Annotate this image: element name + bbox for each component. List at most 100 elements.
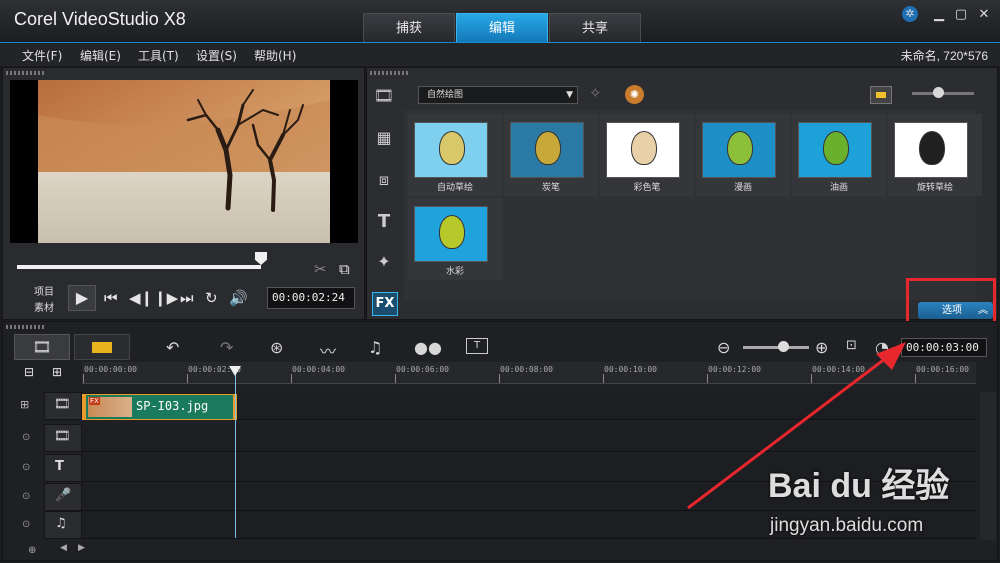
watermark-url: jingyan.baidu.com — [770, 515, 924, 536]
video-track-header[interactable]: 🎞 — [44, 392, 82, 420]
library-thumbnail — [510, 122, 584, 178]
library-item[interactable]: 自动草绘 — [408, 114, 502, 196]
minimize-icon[interactable]: ▁ — [930, 6, 948, 24]
record-capture-icon[interactable]: ⊛ — [270, 338, 283, 357]
clip-fx-badge: FX — [89, 397, 100, 405]
play-button[interactable]: ▶ — [68, 285, 96, 311]
lock-icon[interactable]: ⊙ — [22, 519, 30, 530]
ruler-tick — [395, 374, 396, 383]
redo-icon[interactable]: ↷ — [220, 338, 233, 357]
library-item-label: 炭笔 — [541, 183, 560, 193]
library-item-label: 自动草绘 — [436, 183, 473, 193]
timecode-field[interactable]: 00:00:02:24 — [267, 287, 355, 309]
library-item[interactable]: 炭笔 — [504, 114, 598, 196]
music-track-header[interactable]: ♫ — [44, 511, 82, 539]
playhead-line[interactable] — [235, 372, 236, 538]
double-chevron-up-icon: ︽ — [978, 305, 988, 316]
balloon-image — [823, 131, 849, 165]
filter-dropdown-value[interactable]: 自然绘图 — [427, 90, 463, 100]
library-item[interactable]: 漫画 — [696, 114, 790, 196]
scissors-icon[interactable]: ✂ — [314, 260, 327, 278]
chapter-point-icon[interactable]: ⊞ — [52, 365, 62, 379]
filter-fx-icon[interactable]: FX — [372, 292, 398, 316]
library-grip[interactable] — [370, 71, 410, 75]
add-to-favorites-icon[interactable]: ✧ — [589, 84, 602, 102]
menu-help[interactable]: 帮助(H) — [254, 47, 296, 64]
mode-clip[interactable]: 素材 — [34, 299, 54, 314]
repeat-icon[interactable]: ↻ — [205, 289, 218, 307]
graphics-icon[interactable]: ✦ — [372, 252, 396, 276]
ruler-label: 00:00:16:00 — [916, 365, 969, 374]
instant-project-icon[interactable]: ▦ — [372, 128, 396, 152]
title-icon[interactable]: T — [372, 211, 396, 235]
library-thumbnail — [414, 122, 488, 178]
tab-share[interactable]: 共享 — [549, 13, 641, 42]
previous-frame-icon[interactable]: ◀❙ — [129, 289, 153, 307]
options-label: 选项 — [942, 305, 962, 316]
library-item[interactable]: 旋转草绘 — [888, 114, 982, 196]
vertical-scrollbar[interactable] — [980, 392, 996, 540]
ruler-label: 00:00:04:00 — [292, 365, 345, 374]
transition-icon[interactable]: ⧈ — [372, 170, 396, 194]
ruler-tick — [187, 374, 188, 383]
preview-video — [10, 80, 358, 243]
menu-tools[interactable]: 工具(T) — [138, 47, 179, 64]
view-toggle-glyph — [876, 92, 886, 98]
overlay-track-header[interactable]: 🎞 — [44, 424, 82, 452]
library-thumbnail — [894, 122, 968, 178]
help-globe-icon[interactable]: ✲ — [902, 6, 918, 22]
enlarge-icon[interactable]: ⧉ — [339, 260, 350, 278]
track-manager-icon[interactable]: ⊟ — [24, 365, 34, 379]
library-thumbnail — [798, 122, 872, 178]
voice-track-header[interactable]: 🎤 — [44, 483, 82, 511]
storyboard-view-button[interactable] — [74, 334, 130, 360]
home-icon[interactable]: ⏮ — [104, 289, 118, 307]
balloon-image — [439, 131, 465, 165]
tab-capture[interactable]: 捕获 — [363, 13, 455, 42]
motion-tracking-icon[interactable]: ●● — [414, 338, 442, 357]
ruler-label: 00:00:00:00 — [84, 365, 137, 374]
chevron-down-icon[interactable]: ▼ — [566, 87, 573, 103]
lock-icon[interactable]: ⊙ — [22, 462, 30, 473]
media-icon[interactable]: 🎞 — [372, 86, 396, 110]
video-track-icon: 🎞 — [54, 397, 71, 412]
auto-music-icon[interactable]: ♫ — [368, 338, 382, 357]
tab-edit[interactable]: 编辑 — [456, 13, 548, 42]
menu-file[interactable]: 文件(F) — [22, 47, 62, 64]
library-item[interactable]: 油画 — [792, 114, 886, 196]
video-track-toggle-icon[interactable]: ⊞ — [20, 398, 29, 411]
options-button[interactable]: 选项 ︽ — [918, 302, 993, 319]
timeline-view-button[interactable]: 🎞 — [14, 334, 70, 360]
menu-edit[interactable]: 编辑(E) — [80, 47, 121, 64]
add-track-icon[interactable]: ⊕ — [28, 545, 36, 556]
title-track-header[interactable]: T — [44, 454, 82, 482]
watermark-brand: Bai du 经验 — [768, 467, 950, 505]
scroll-right-icon[interactable]: ▶ — [78, 543, 85, 553]
panel-grip[interactable] — [6, 71, 46, 75]
preview-image — [38, 80, 330, 243]
lock-icon[interactable]: ⊙ — [22, 491, 30, 502]
library-item[interactable]: 彩色笔 — [600, 114, 694, 196]
thumbnail-size-handle[interactable] — [933, 87, 944, 98]
scrubber-track[interactable] — [17, 265, 261, 269]
ruler-label: 00:00:10:00 — [604, 365, 657, 374]
storyboard-icon — [92, 342, 112, 353]
end-icon[interactable]: ⏭ — [180, 289, 194, 307]
lock-icon[interactable]: ⊙ — [22, 432, 30, 443]
library-thumbnail — [606, 122, 680, 178]
close-icon[interactable]: ✕ — [975, 6, 993, 24]
customize-icon[interactable]: ✺ — [625, 85, 644, 104]
undo-icon[interactable]: ↶ — [166, 338, 179, 357]
mode-project[interactable]: 项目 — [34, 283, 54, 298]
maximize-icon[interactable]: ▢ — [952, 6, 970, 24]
timeline-grip[interactable] — [6, 325, 46, 329]
scroll-left-icon[interactable]: ◀ — [60, 543, 67, 553]
sound-mixer-icon[interactable]: 〰 — [320, 338, 336, 362]
subtitle-editor-icon[interactable]: T — [466, 338, 488, 354]
next-frame-icon[interactable]: ❙▶ — [154, 289, 178, 307]
volume-icon[interactable]: 🔊 — [229, 289, 248, 307]
library-item[interactable]: 水彩 — [408, 198, 502, 280]
menu-settings[interactable]: 设置(S) — [196, 47, 237, 64]
view-toggle-icon[interactable] — [870, 86, 892, 104]
video-clip[interactable]: FX SP-I03.jpg — [82, 394, 237, 420]
